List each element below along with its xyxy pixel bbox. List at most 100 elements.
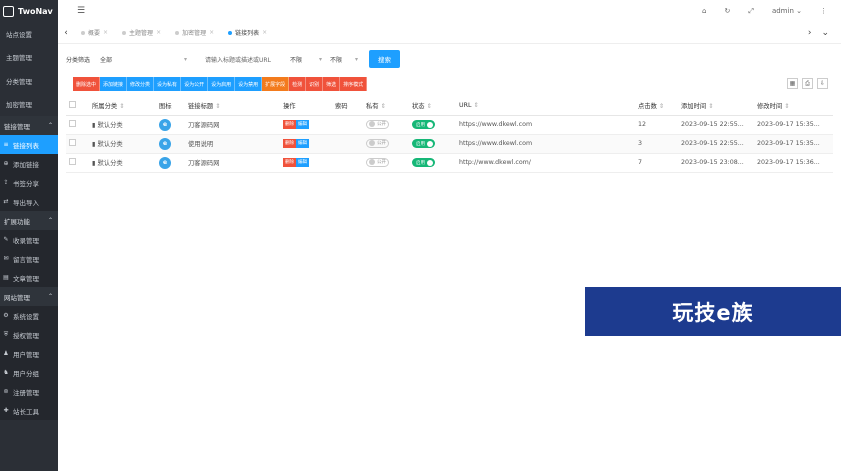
toolbar-button[interactable]: 设为禁用 <box>235 77 263 91</box>
edit-button[interactable]: 编辑 <box>296 120 309 129</box>
col-title[interactable]: 链接标题 ⇕ <box>185 97 280 116</box>
tab[interactable]: 主题管理 × <box>115 22 168 44</box>
close-icon[interactable]: × <box>156 29 161 36</box>
export-icon[interactable]: ⇩ <box>817 78 828 89</box>
delete-button[interactable]: 删除 <box>283 120 296 129</box>
delete-button[interactable]: 删除 <box>283 158 296 167</box>
sidebar-item[interactable]: ✚ 站长工具 <box>0 401 58 420</box>
tab[interactable]: 加密管理 × <box>168 22 221 44</box>
url-cell[interactable]: http://www.dkewl.com/ <box>456 153 635 173</box>
delete-button[interactable]: 删除 <box>283 139 296 148</box>
table-row[interactable]: ▮ 默认分类 e 刀客源码网 删除 编辑 公开 启用 https://www.dkewl.co… <box>66 115 833 135</box>
shield-icon: ⛨ <box>3 330 9 338</box>
status-cell: 启用 <box>409 134 456 154</box>
filter-select-2-value: 不限 <box>330 56 343 64</box>
table-row[interactable]: ▮ 默认分类 e 刀客源码网 删除 编辑 公开 启用 http://www.dkewl.com… <box>66 153 833 173</box>
sidebar-group-label: 链接管理 <box>4 122 30 131</box>
sidebar-group-label: 扩展功能 <box>4 217 30 226</box>
sidebar-item[interactable]: ♟ 用户管理 <box>0 344 58 363</box>
edit-button[interactable]: 编辑 <box>296 158 309 167</box>
toolbar-button[interactable]: 添加链接 <box>100 77 128 91</box>
tab[interactable]: 概要 × <box>74 22 115 44</box>
print-icon[interactable]: ⎙ <box>802 78 813 89</box>
refresh-icon[interactable]: ↻ <box>724 7 730 15</box>
row-checkbox[interactable] <box>69 158 76 165</box>
user-menu[interactable]: admin ⌄ <box>772 7 802 15</box>
clicks-cell: 7 <box>635 153 678 173</box>
tab[interactable]: 链接列表 × <box>221 22 274 44</box>
private-toggle[interactable]: 公开 <box>366 138 389 148</box>
tabs-scroll-right-icon[interactable]: › <box>808 28 812 38</box>
close-icon[interactable]: × <box>209 29 214 36</box>
private-toggle[interactable]: 公开 <box>366 157 389 167</box>
menu-toggle-icon[interactable]: ☰ <box>77 6 85 16</box>
close-icon[interactable]: × <box>262 29 267 36</box>
sidebar-item[interactable]: ⇄ 导出导入 <box>0 192 58 211</box>
close-icon[interactable]: × <box>103 29 108 36</box>
search-input[interactable]: 请输入标题或描述或URL <box>201 51 286 67</box>
status-toggle[interactable]: 启用 <box>412 158 435 167</box>
more-icon[interactable]: ⋮ <box>820 7 827 15</box>
url-cell[interactable]: https://www.dkewl.com <box>456 115 635 135</box>
sidebar-item[interactable]: ⚙ 系统设置 <box>0 306 58 325</box>
search-button[interactable]: 搜索 <box>369 50 401 68</box>
col-clicks[interactable]: 点击数 ⇕ <box>635 97 678 116</box>
sidebar-item[interactable]: ✉ 留言管理 <box>0 249 58 268</box>
filter-select-1[interactable]: 不限 ▾ <box>286 51 326 67</box>
sidebar-group[interactable]: 扩展功能 ⌃ <box>0 211 58 230</box>
col-category[interactable]: 所属分类 ⇕ <box>89 97 156 116</box>
edit-button[interactable]: 编辑 <box>296 139 309 148</box>
row-checkbox[interactable] <box>69 139 76 146</box>
sidebar-item[interactable]: 分类管理 <box>0 69 58 93</box>
sidebar-item[interactable]: ⛨ 授权管理 <box>0 325 58 344</box>
sidebar-item-label: 添加链接 <box>13 160 39 169</box>
toolbar-button[interactable]: 修改分类 <box>127 77 155 91</box>
col-modified[interactable]: 修改时间 ⇕ <box>754 97 833 116</box>
sidebar-item[interactable]: ⊕ 添加链接 <box>0 154 58 173</box>
toolbar-button[interactable]: 扩展字段 <box>262 77 290 91</box>
sidebar-item[interactable]: ✎ 收录管理 <box>0 230 58 249</box>
table-row[interactable]: ▮ 默认分类 e 使用说明 删除 编辑 公开 启用 https://www.dkewl.com… <box>66 134 833 154</box>
status-toggle[interactable]: 启用 <box>412 139 435 148</box>
sidebar-item[interactable]: ≡ 链接列表 <box>0 135 58 154</box>
sidebar-item[interactable]: ⇪ 书签分享 <box>0 173 58 192</box>
tabs-menu-icon[interactable]: ⌄ <box>821 28 829 38</box>
tabs-scroll-left-icon[interactable]: ‹ <box>58 28 74 38</box>
filter-select-2[interactable]: 不限 ▾ <box>326 51 362 67</box>
fullscreen-icon[interactable]: ⤢ <box>748 7 754 16</box>
toolbar-button[interactable]: 设为公开 <box>181 77 209 91</box>
columns-icon[interactable]: ▦ <box>787 78 798 89</box>
status-toggle[interactable]: 启用 <box>412 120 435 129</box>
sidebar-item[interactable]: 主题管理 <box>0 46 58 70</box>
filter-bar: 分类筛选 全部 ▾ 请输入标题或描述或URL 不限 ▾ 不限 ▾ 搜索 <box>66 50 401 68</box>
sidebar-item[interactable]: 站点设置 <box>0 22 58 46</box>
toolbar-button[interactable]: 设为启用 <box>208 77 236 91</box>
sidebar-item[interactable]: ♞ 用户分组 <box>0 363 58 382</box>
status-toggle-label: 启用 <box>416 160 425 166</box>
home-icon[interactable]: ⌂ <box>702 7 706 15</box>
sidebar-group[interactable]: 链接管理 ⌃ <box>0 116 58 135</box>
sidebar-item-label: 留言管理 <box>13 255 39 264</box>
col-added[interactable]: 添加时间 ⇕ <box>678 97 754 116</box>
col-url[interactable]: URL ⇕ <box>456 97 635 116</box>
private-toggle[interactable]: 公开 <box>366 119 389 129</box>
sidebar-item[interactable]: 加密管理 <box>0 93 58 117</box>
sidebar-item[interactable]: ⊚ 注册管理 <box>0 382 58 401</box>
category-select[interactable]: 全部 ▾ <box>96 51 191 67</box>
col-status[interactable]: 状态 ⇕ <box>409 97 456 116</box>
toolbar-button[interactable]: 排序模式 <box>340 77 368 91</box>
sidebar-group[interactable]: 网站管理 ⌃ <box>0 287 58 306</box>
toolbar-button[interactable]: 筛选 <box>323 77 341 91</box>
toolbar-button[interactable]: 删除选中 <box>73 77 101 91</box>
toolbar-button[interactable]: 设为私有 <box>154 77 182 91</box>
row-checkbox[interactable] <box>69 120 76 127</box>
select-all-checkbox[interactable] <box>69 101 76 109</box>
toolbar-button[interactable]: 检测 <box>289 77 307 91</box>
col-private[interactable]: 私有 ⇕ <box>363 97 409 116</box>
url-cell[interactable]: https://www.dkewl.com <box>456 134 635 154</box>
sidebar-item[interactable]: ▤ 文章管理 <box>0 268 58 287</box>
toolbar-button[interactable]: 识别 <box>306 77 324 91</box>
app-logo[interactable]: TwoNav <box>0 0 58 22</box>
tabs: 概要 × 主题管理 × 加密管理 × 链接列表 × <box>74 22 274 44</box>
tab-dot-icon <box>175 30 180 35</box>
